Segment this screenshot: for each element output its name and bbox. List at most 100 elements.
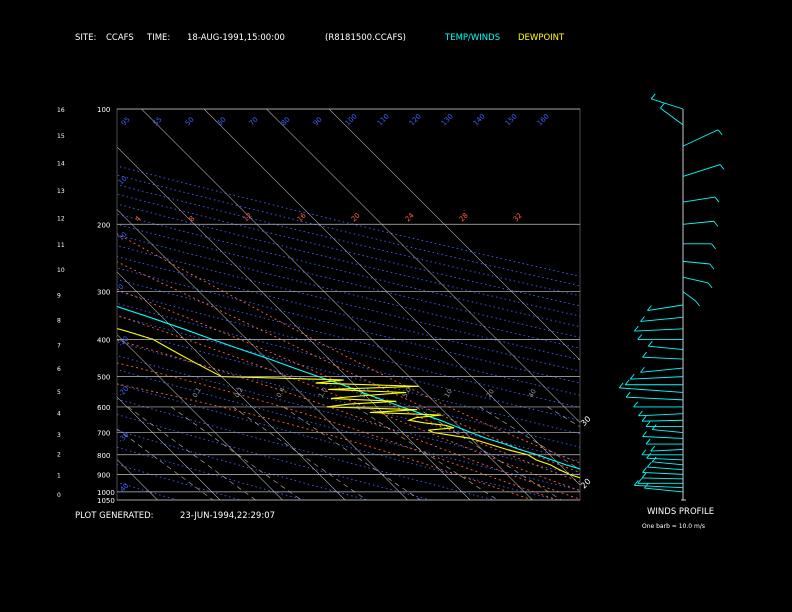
plot-generated-label: PLOT GENERATED: xyxy=(75,511,154,521)
dry-adiabat-label: 55 xyxy=(152,115,164,127)
wind-barb xyxy=(637,334,643,340)
moist-adiabat-label: 20 xyxy=(350,211,362,223)
isotherm xyxy=(117,146,471,500)
moist-adiabat-label: 4 xyxy=(134,214,143,223)
wind-staff xyxy=(640,316,684,322)
isotherm xyxy=(117,209,408,500)
moist-adiabat-label: 8 xyxy=(188,215,197,224)
wind-staff xyxy=(682,129,719,147)
pressure-tick-label: 900 xyxy=(97,471,110,479)
dry-adiabat-side-label: 10 xyxy=(117,174,129,186)
pressure-tick-label: 400 xyxy=(97,337,110,345)
pressure-tick-label: 1000 xyxy=(97,489,115,497)
dry-adiabat-label: 110 xyxy=(376,112,391,127)
dry-adiabat xyxy=(117,414,431,500)
wind-barb xyxy=(650,93,656,100)
height-km-label: 9 xyxy=(57,292,61,299)
wind-barb xyxy=(629,373,635,380)
wind-barb xyxy=(642,467,647,473)
dry-adiabat-label: 120 xyxy=(408,112,423,127)
pressure-tick-label: 200 xyxy=(97,221,110,229)
height-km-label: 8 xyxy=(57,318,61,325)
isotherm xyxy=(0,109,33,500)
wind-staff xyxy=(650,449,684,452)
mixing-ratio-label: 10 xyxy=(443,388,454,399)
wind-barb xyxy=(641,472,647,479)
isotherm xyxy=(0,109,95,500)
plot-generated-value: 23-JUN-1994,22:29:07 xyxy=(180,511,276,521)
dry-adiabat-label: 100 xyxy=(344,112,359,127)
dry-adiabat xyxy=(0,109,114,500)
dry-adiabat-label: 95 xyxy=(120,115,132,127)
wind-staff xyxy=(682,164,721,177)
isotherm xyxy=(117,396,221,500)
wind-barb xyxy=(713,220,719,227)
wind-barb xyxy=(646,461,652,468)
moist-adiabat-label: 12 xyxy=(242,211,254,223)
mixing-ratio-line xyxy=(283,406,421,500)
wind-staff xyxy=(642,477,684,480)
dry-adiabat xyxy=(117,398,495,500)
wind-barb xyxy=(624,379,630,386)
wind-staff xyxy=(642,471,684,475)
wind-barb xyxy=(650,445,656,452)
wind-staff xyxy=(642,419,684,422)
mixing-ratio-label: 0.1 xyxy=(191,386,203,399)
mixing-ratio-line xyxy=(415,406,562,500)
height-km-label: 10 xyxy=(57,267,65,274)
wind-barb xyxy=(641,415,647,422)
wind-staff xyxy=(651,98,684,110)
dry-adiabat-label: 160 xyxy=(536,112,551,127)
wind-barb xyxy=(717,129,723,136)
moist-adiabat xyxy=(117,383,533,500)
wind-staff xyxy=(626,396,684,401)
height-km-label: 4 xyxy=(57,410,61,417)
moist-adiabat-label: 16 xyxy=(296,211,308,223)
wind-barb xyxy=(641,449,647,456)
mixing-ratio-line xyxy=(547,406,580,428)
moist-adiabat-label: 24 xyxy=(404,211,416,223)
wind-staff xyxy=(640,367,684,373)
wind-staff xyxy=(652,461,684,466)
mixing-ratio-line xyxy=(232,406,367,500)
wind-barb xyxy=(638,410,643,417)
wind-staff xyxy=(638,413,684,417)
wind-staff xyxy=(630,376,684,380)
dry-adiabat-label: 130 xyxy=(440,112,455,127)
height-km-label: 14 xyxy=(57,161,65,168)
wind-staff xyxy=(648,345,684,351)
wind-barb xyxy=(646,452,651,459)
pressure-tick-label: 600 xyxy=(97,404,110,412)
dry-adiabat-side-label: -40 xyxy=(117,482,131,496)
wind-barb xyxy=(719,164,725,170)
dry-adiabat-side-label: 10 xyxy=(117,230,129,242)
wind-staff xyxy=(647,304,684,311)
wind-staff xyxy=(644,487,684,493)
moist-adiabat-label: 28 xyxy=(458,211,470,223)
wind-barb xyxy=(709,263,715,270)
height-km-label: 2 xyxy=(57,452,61,459)
moist-adiabat xyxy=(117,261,580,473)
mixing-ratio-line xyxy=(127,406,256,500)
height-km-label: 12 xyxy=(57,215,65,222)
moist-adiabat-label: 32 xyxy=(512,211,524,223)
moist-adiabat xyxy=(117,288,580,483)
temp-right-label: 20 xyxy=(579,477,593,491)
moist-adiabat xyxy=(117,233,580,464)
height-km-label: 11 xyxy=(57,242,65,249)
wind-barb xyxy=(645,421,651,427)
winds-profile-label: WINDS PROFILE xyxy=(647,507,715,517)
dry-adiabat-label: 80 xyxy=(280,115,292,127)
mixing-ratio-label: 5.0 xyxy=(401,386,413,399)
dewpoint-line xyxy=(117,328,580,479)
dry-adiabat xyxy=(117,481,178,500)
mixing-ratio-label: 1.0 xyxy=(317,386,329,399)
dry-adiabat-label: 60 xyxy=(216,115,228,127)
isotherm xyxy=(328,109,580,361)
dry-adiabat-label: 50 xyxy=(184,115,196,127)
wind-barb xyxy=(625,391,631,398)
moist-adiabat xyxy=(117,339,580,500)
wind-barb xyxy=(707,282,713,289)
wind-barb xyxy=(660,102,665,109)
wind-barb xyxy=(651,456,657,463)
